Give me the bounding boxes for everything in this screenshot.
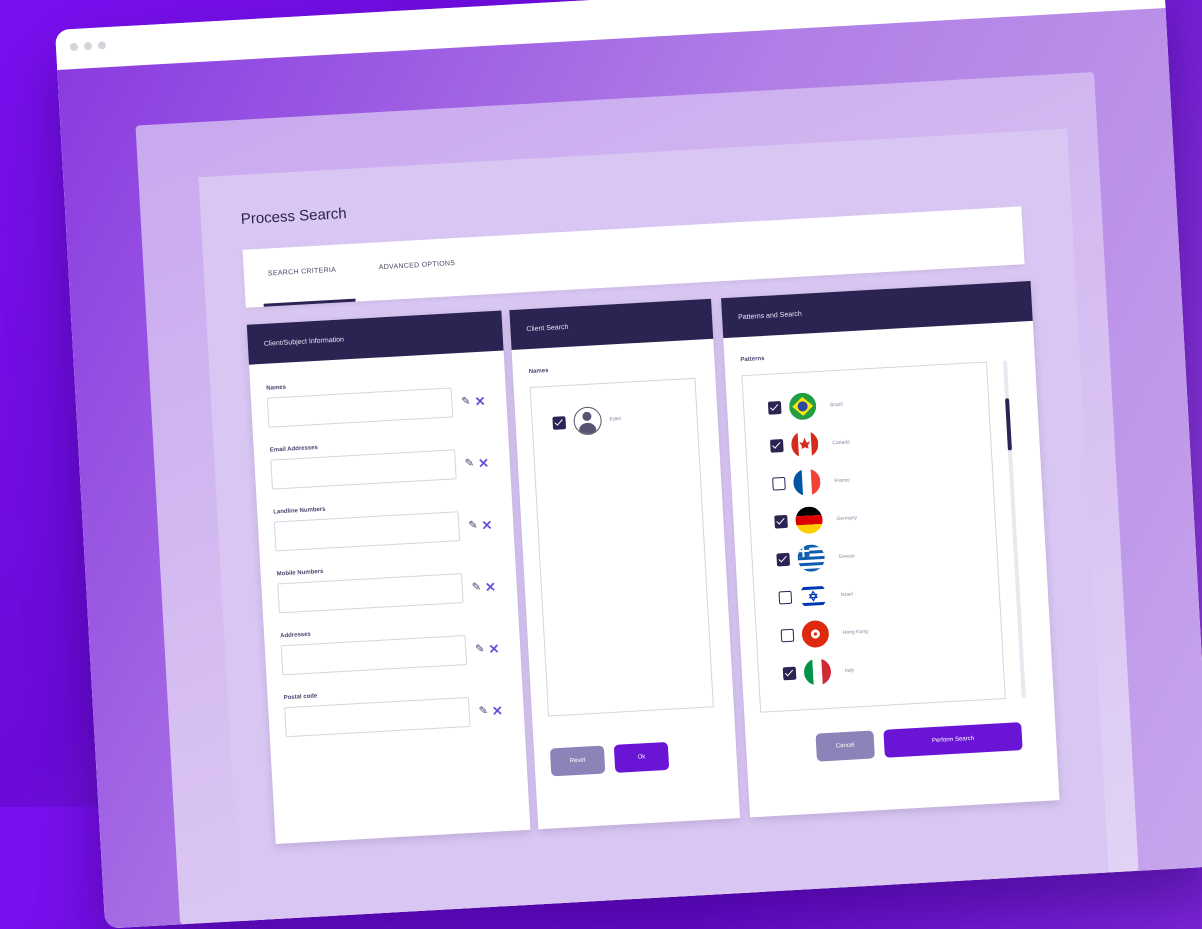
landline-input[interactable]	[273, 511, 461, 552]
country-row-israel[interactable]: Israel	[778, 580, 854, 611]
browser-viewport: Process Search SEARCH CRITERIA ADVANCED …	[57, 7, 1202, 929]
close-icon[interactable]: ✕	[492, 703, 504, 719]
window-dot[interactable]	[83, 41, 93, 51]
checkbox[interactable]	[552, 415, 567, 430]
active-tab-indicator	[263, 298, 356, 307]
field-actions: ✎ ✕	[471, 579, 497, 595]
country-row-italy[interactable]: Italy	[782, 656, 855, 687]
country-row-france[interactable]: France	[772, 466, 851, 497]
close-icon[interactable]: ✕	[485, 579, 497, 595]
italy-flag-icon	[803, 657, 832, 687]
field-label-names: Names	[266, 384, 287, 392]
close-icon[interactable]: ✕	[474, 394, 486, 410]
panel-header: Patterns and Search	[721, 280, 1033, 339]
pencil-icon[interactable]: ✎	[471, 581, 481, 593]
window-controls	[69, 41, 107, 52]
field-label-email: Email Addresses	[269, 444, 319, 454]
scrollbar-thumb[interactable]	[1005, 398, 1012, 451]
tab-search-criteria[interactable]: SEARCH CRITERIA	[268, 267, 337, 278]
patterns-label: Patterns	[740, 355, 765, 364]
checkbox[interactable]	[776, 552, 791, 567]
field-label-landline: Landline Numbers	[273, 506, 326, 516]
country-name: Hong Kong	[842, 628, 869, 636]
scrollbar[interactable]	[1002, 360, 1026, 699]
reset-button[interactable]: Reset	[549, 745, 606, 777]
client-information-panel: Client/Subject Information Names ✎ ✕ Ema…	[246, 310, 531, 844]
field-label-postal-code: Postal code	[283, 693, 318, 702]
patterns-panel: Patterns and Search Patterns Brazil Cana…	[721, 280, 1060, 818]
field-label-mobile: Mobile Numbers	[276, 568, 324, 578]
country-name: France	[834, 476, 851, 484]
content-area: Process Search SEARCH CRITERIA ADVANCED …	[198, 128, 1110, 929]
field-actions: ✎ ✕	[475, 641, 500, 657]
country-row-hong-kong[interactable]: Hong Kong	[780, 618, 868, 650]
names-label: Names	[528, 367, 549, 376]
country-name: Greece	[838, 552, 856, 560]
country-name: Israel	[840, 590, 854, 598]
stage: Process Search SEARCH CRITERIA ADVANCED …	[0, 0, 1202, 929]
hong-kong-flag-icon	[801, 619, 830, 649]
pencil-icon[interactable]: ✎	[468, 519, 478, 531]
field-actions: ✎ ✕	[461, 394, 486, 410]
field-actions: ✎ ✕	[465, 455, 490, 471]
field-actions: ✎ ✕	[478, 703, 504, 719]
panel-header: Client Search	[509, 298, 714, 351]
brazil-flag-icon	[788, 392, 817, 421]
names-list: Eden	[529, 377, 714, 717]
pencil-icon[interactable]: ✎	[475, 643, 485, 655]
checkbox[interactable]	[778, 590, 793, 605]
greece-flag-icon	[796, 543, 826, 573]
checkbox[interactable]	[769, 439, 784, 453]
names-input[interactable]	[266, 387, 454, 428]
pencil-icon[interactable]: ✎	[461, 395, 471, 407]
page-title: Process Search	[240, 205, 348, 228]
perform-search-button[interactable]: Perform Search	[883, 722, 1023, 758]
country-list: Brazil Canada France Germany Greece Isra…	[741, 361, 1006, 713]
germany-flag-icon	[794, 505, 824, 535]
checkbox[interactable]	[782, 666, 797, 681]
client-search-panel: Client Search Names Eden Reset Ok	[509, 298, 741, 830]
close-icon[interactable]: ✕	[481, 517, 493, 533]
mobile-input[interactable]	[277, 573, 464, 614]
country-row-germany[interactable]: Germany	[774, 504, 858, 536]
country-name: Italy	[844, 666, 855, 674]
inner-page: Process Search SEARCH CRITERIA ADVANCED …	[135, 72, 1139, 929]
france-flag-icon	[792, 467, 822, 497]
country-row-canada[interactable]: Canada	[769, 428, 851, 459]
country-name: Brazil	[829, 401, 843, 408]
avatar-icon	[572, 406, 603, 436]
addresses-input[interactable]	[280, 635, 468, 676]
email-input[interactable]	[270, 449, 457, 490]
postal-code-input[interactable]	[284, 696, 471, 738]
list-item[interactable]: Eden	[552, 405, 622, 437]
ok-button[interactable]: Ok	[613, 741, 670, 773]
canada-flag-icon	[790, 430, 820, 459]
window-dot[interactable]	[97, 41, 107, 50]
checkbox[interactable]	[774, 514, 788, 529]
pencil-icon[interactable]: ✎	[478, 705, 488, 717]
israel-flag-icon	[799, 581, 828, 611]
cancel-button[interactable]: Cancel	[815, 730, 875, 762]
country-row-brazil[interactable]: Brazil	[767, 391, 843, 422]
country-name: Canada	[832, 438, 850, 446]
close-icon[interactable]: ✕	[478, 455, 490, 471]
tab-advanced-options[interactable]: ADVANCED OPTIONS	[379, 260, 456, 271]
field-actions: ✎ ✕	[468, 517, 493, 533]
panel-header: Client/Subject Information	[246, 310, 504, 365]
close-icon[interactable]: ✕	[488, 641, 500, 657]
field-label-addresses: Addresses	[280, 631, 312, 640]
list-item-label: Eden	[609, 416, 622, 423]
country-name: Germany	[836, 514, 858, 522]
checkbox[interactable]	[780, 628, 795, 643]
checkbox[interactable]	[767, 401, 782, 415]
checkbox[interactable]	[772, 476, 786, 491]
pencil-icon[interactable]: ✎	[465, 457, 475, 469]
country-row-greece[interactable]: Greece	[776, 542, 856, 573]
window-dot[interactable]	[69, 42, 79, 52]
browser-window: Process Search SEARCH CRITERIA ADVANCED …	[55, 0, 1202, 929]
